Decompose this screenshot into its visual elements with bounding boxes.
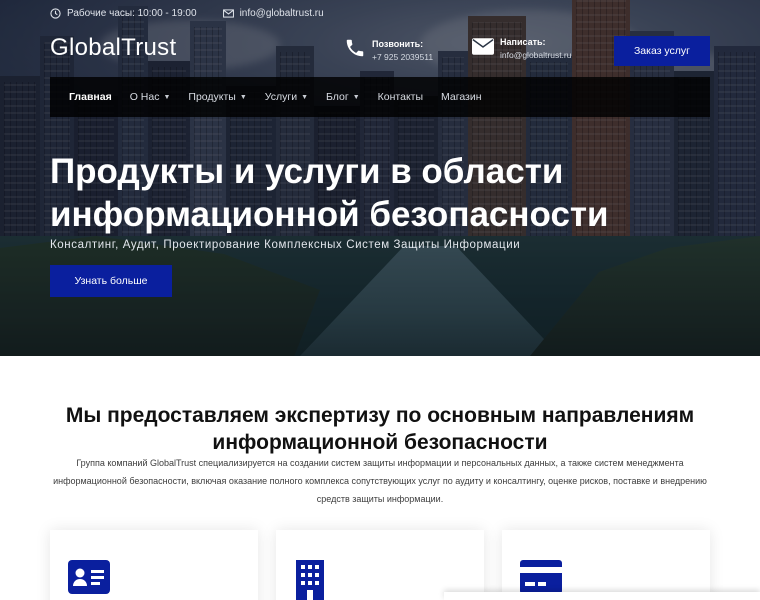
nav-item-about[interactable]: О Нас ▼ bbox=[121, 77, 180, 117]
chevron-down-icon: ▼ bbox=[163, 93, 171, 101]
hero-subtitle: Консалтинг, Аудит, Проектирование Компле… bbox=[50, 239, 521, 251]
building-icon bbox=[294, 560, 326, 600]
site-logo[interactable]: GlobalTrust bbox=[50, 34, 176, 62]
bottom-bar bbox=[444, 592, 760, 600]
nav-item-contacts[interactable]: Контакты bbox=[369, 77, 432, 117]
learn-more-button[interactable]: Узнать больше bbox=[50, 265, 172, 297]
topbar: Рабочие часы: 10:00 - 19:00 info@globalt… bbox=[50, 6, 324, 20]
nav-item-shop[interactable]: Магазин bbox=[432, 77, 491, 117]
topbar-email-link[interactable]: info@globaltrust.ru bbox=[240, 8, 324, 19]
working-hours: Рабочие часы: 10:00 - 19:00 bbox=[67, 7, 197, 19]
mail-address[interactable]: info@globaltrust.ru bbox=[500, 50, 571, 60]
service-card-2[interactable] bbox=[276, 530, 484, 600]
service-card-3[interactable] bbox=[502, 530, 710, 600]
phone-icon bbox=[344, 37, 366, 64]
nav-item-services[interactable]: Услуги ▼ bbox=[256, 77, 317, 117]
mail-contact[interactable]: Написать: info@globaltrust.ru bbox=[472, 37, 571, 60]
nav-item-home[interactable]: Главная bbox=[60, 77, 121, 117]
service-card-1[interactable] bbox=[50, 530, 258, 600]
mail-label: Написать: bbox=[500, 37, 546, 47]
order-services-button[interactable]: Заказ услуг bbox=[614, 36, 710, 66]
section-title: Мы предоставляем экспертизу по основным … bbox=[65, 404, 695, 454]
envelope-icon bbox=[222, 8, 234, 19]
mail-icon bbox=[472, 37, 494, 60]
clock-icon bbox=[50, 7, 61, 19]
phone-number[interactable]: +7 925 2039511 bbox=[372, 52, 433, 62]
chevron-down-icon: ▼ bbox=[352, 93, 360, 101]
main-nav: Главная О Нас ▼ Продукты ▼ Услуги ▼ Блог ▼ К… bbox=[50, 77, 710, 117]
hero-title: Продукты и услуги в области информационн… bbox=[50, 152, 609, 234]
id-card-icon bbox=[68, 560, 110, 599]
phone-contact[interactable]: Позвонить: +7 925 2039511 bbox=[344, 37, 433, 64]
nav-item-products[interactable]: Продукты ▼ bbox=[179, 77, 255, 117]
phone-label: Позвонить: bbox=[372, 39, 424, 49]
hero-section: Рабочие часы: 10:00 - 19:00 info@globalt… bbox=[0, 0, 760, 356]
chevron-down-icon: ▼ bbox=[239, 93, 247, 101]
section-description: Группа компаний GlobalTrust специализиру… bbox=[53, 458, 707, 504]
nav-item-blog[interactable]: Блог ▼ bbox=[317, 77, 369, 117]
chevron-down-icon: ▼ bbox=[301, 93, 309, 101]
